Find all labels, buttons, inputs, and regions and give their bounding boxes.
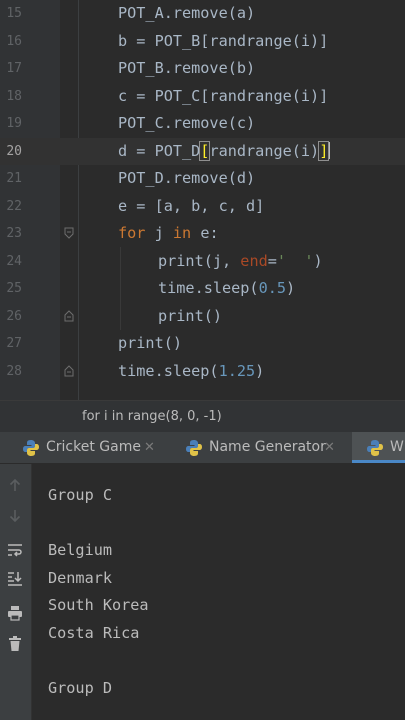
soft-wrap-icon[interactable] xyxy=(4,539,26,561)
code-text: POT_C.remove(c) xyxy=(118,114,256,132)
code-line[interactable]: 15 POT_A.remove(a) xyxy=(0,0,405,28)
code-line[interactable]: 27 print() xyxy=(0,330,405,358)
tab-label: Cricket Game xyxy=(46,439,141,455)
code-line-current[interactable]: 20 d = POT_D[randrange(i)] xyxy=(0,137,405,166)
structure-breadcrumb[interactable]: for i in range(8, 0, -1) xyxy=(0,400,405,432)
run-console[interactable]: Group C Belgium Denmark South Korea Cost… xyxy=(0,464,405,720)
code-text: print() xyxy=(118,334,183,352)
python-icon xyxy=(23,440,39,456)
line-number: 19 xyxy=(6,116,22,131)
output-line: Group D xyxy=(48,679,113,698)
arrow-up-icon[interactable] xyxy=(4,474,26,496)
fold-close-icon[interactable] xyxy=(64,309,74,322)
line-number: 27 xyxy=(6,336,22,351)
close-icon[interactable]: ✕ xyxy=(324,432,335,463)
line-number: 20 xyxy=(6,143,22,159)
code-text: time.sleep(0.5) xyxy=(158,279,296,297)
run-tabs-bar: Cricket Game ✕ Name Generator ✕ W xyxy=(0,432,405,464)
arrow-down-icon[interactable] xyxy=(4,505,26,527)
line-number: 28 xyxy=(6,363,22,379)
code-text: POT_A.remove(a) xyxy=(118,4,256,22)
output-line: Group C xyxy=(48,486,113,504)
keyword-for: for xyxy=(118,224,146,242)
fold-close-icon[interactable] xyxy=(64,364,74,377)
tab-label: Name Generator xyxy=(209,439,326,455)
line-number: 26 xyxy=(6,308,22,324)
line-number: 24 xyxy=(6,253,22,269)
line-number: 22 xyxy=(6,198,22,214)
python-icon xyxy=(367,440,383,456)
code-line[interactable]: 18 c = POT_C[randrange(i)] xyxy=(0,83,405,111)
code-text: print(j, end=' ') xyxy=(158,251,323,270)
close-icon[interactable]: ✕ xyxy=(144,432,155,463)
code-line[interactable]: 16 b = POT_B[randrange(i)] xyxy=(0,28,405,56)
code-text: for j in e: xyxy=(118,220,219,248)
code-line[interactable]: 24 print(j, end=' ') xyxy=(0,248,405,276)
output-line: South Korea xyxy=(48,596,149,615)
code-text: POT_B.remove(b) xyxy=(118,59,256,77)
code-text: c = POT_C[randrange(i)] xyxy=(118,86,329,105)
code-line[interactable]: 26 print() xyxy=(0,303,405,331)
text-caret xyxy=(328,141,331,159)
print-icon[interactable] xyxy=(4,602,26,624)
code-line[interactable]: 28 time.sleep(1.25) xyxy=(0,358,405,386)
code-line[interactable]: 19 POT_C.remove(c) xyxy=(0,110,405,138)
scroll-to-end-icon[interactable] xyxy=(4,568,26,590)
code-text-with-caret: d = POT_D[randrange(i)] xyxy=(118,138,331,166)
output-line: Costa Rica xyxy=(48,624,140,642)
code-line[interactable]: 25 time.sleep(0.5) xyxy=(0,275,405,303)
tab-active[interactable]: W xyxy=(352,432,405,463)
tab-label: W xyxy=(390,439,404,455)
line-number: 21 xyxy=(6,171,22,186)
run-toolbar xyxy=(0,464,32,720)
output-line: Denmark xyxy=(48,568,113,587)
trash-icon[interactable] xyxy=(4,633,26,655)
code-text: time.sleep(1.25) xyxy=(118,361,265,380)
code-text: b = POT_B[randrange(i)] xyxy=(118,31,329,50)
tab-cricket-game[interactable]: Cricket Game ✕ xyxy=(22,432,172,463)
code-line[interactable]: 21 POT_D.remove(d) xyxy=(0,165,405,193)
line-number: 25 xyxy=(6,281,22,296)
line-number: 18 xyxy=(6,88,22,104)
line-number: 16 xyxy=(6,33,22,49)
code-text: e = [a, b, c, d] xyxy=(118,196,265,215)
fold-open-icon[interactable] xyxy=(64,227,74,239)
output-line: Belgium xyxy=(48,541,113,560)
code-text: print() xyxy=(158,306,223,325)
line-number: 23 xyxy=(6,226,22,241)
python-icon xyxy=(186,440,202,456)
code-text: POT_D.remove(d) xyxy=(118,169,256,187)
breadcrumb-item[interactable]: for i in range(8, 0, -1) xyxy=(82,401,222,432)
code-text-rest: j in e: xyxy=(145,224,219,242)
line-number: 15 xyxy=(6,6,22,21)
code-editor[interactable]: 15 POT_A.remove(a) 16 b = POT_B[randrang… xyxy=(0,0,405,400)
line-number: 17 xyxy=(6,61,22,76)
code-line[interactable]: 22 e = [a, b, c, d] xyxy=(0,193,405,221)
code-text: d = POT_D[randrange(i)] xyxy=(118,140,330,161)
code-line[interactable]: 17 POT_B.remove(b) xyxy=(0,55,405,83)
tab-name-generator[interactable]: Name Generator ✕ xyxy=(185,432,345,463)
code-line[interactable]: 23 for j in e: xyxy=(0,220,405,248)
